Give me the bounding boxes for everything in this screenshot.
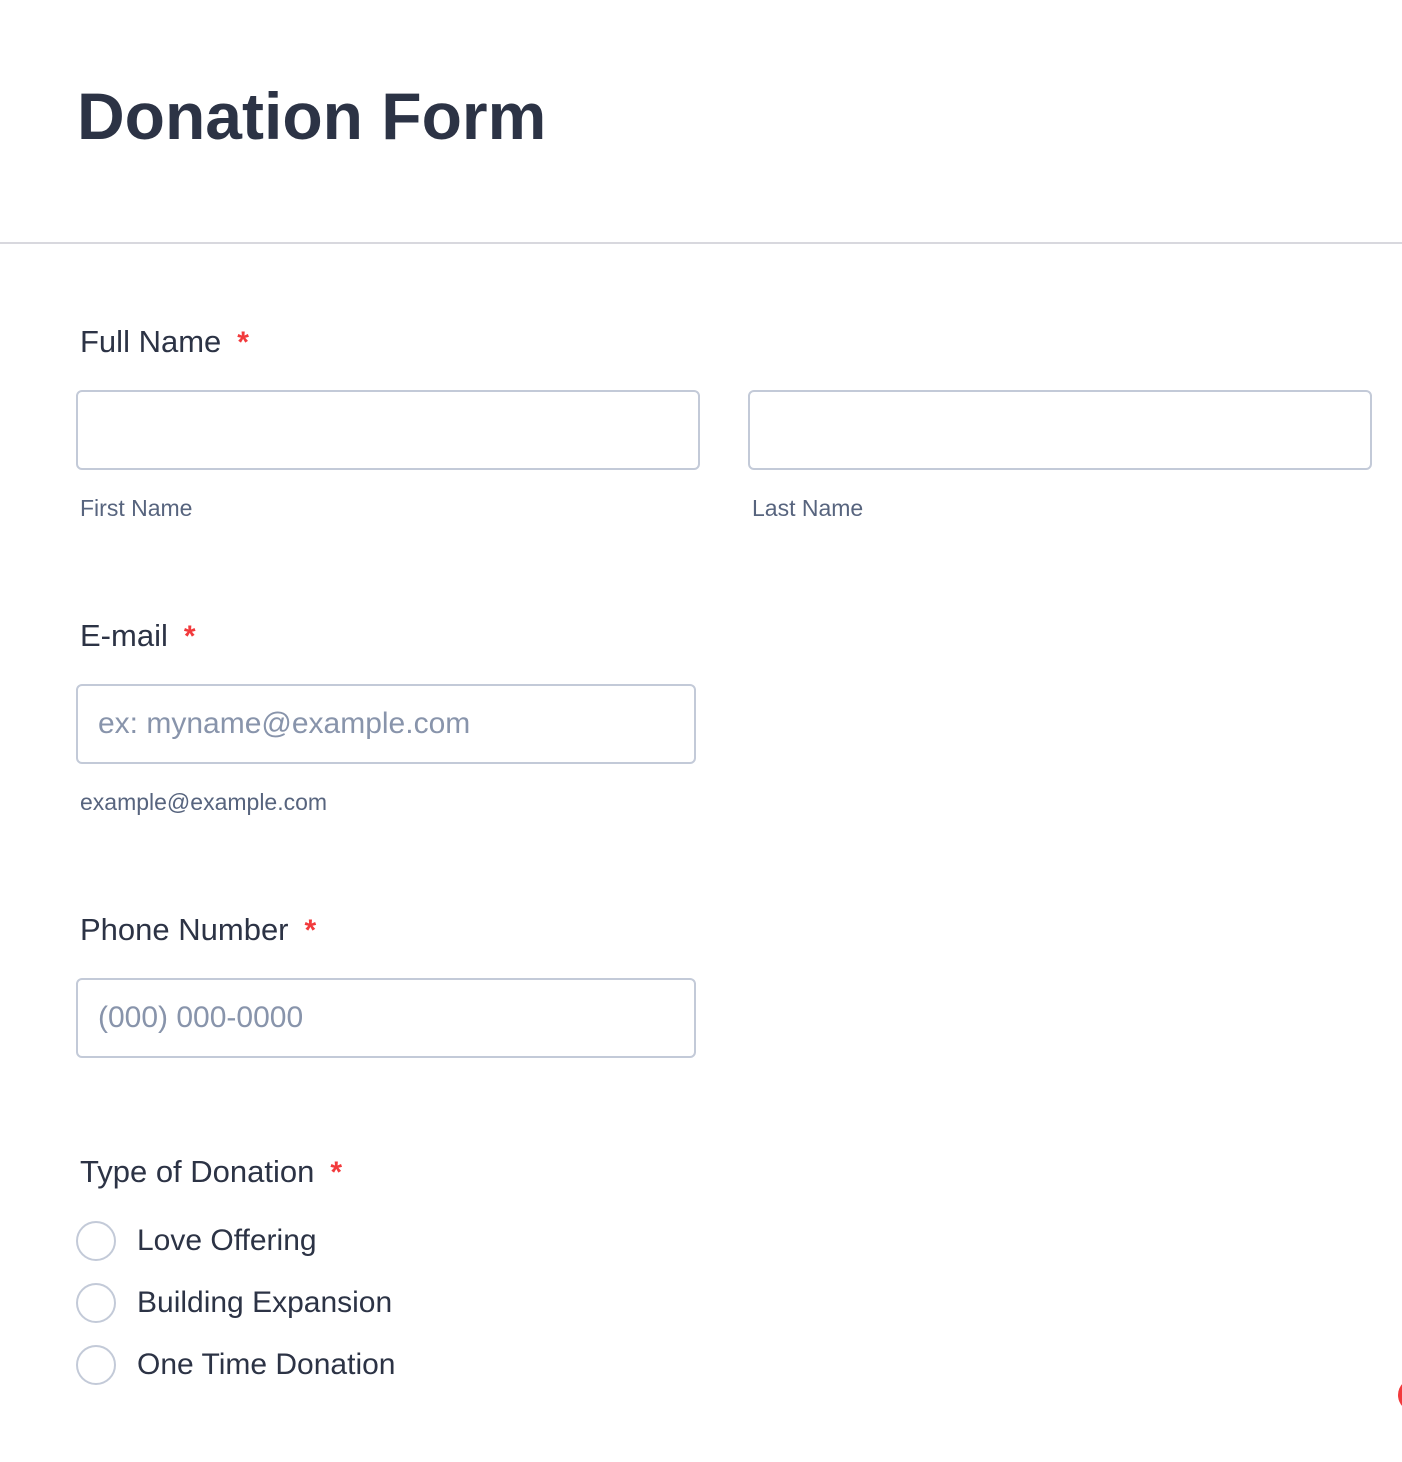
first-name-sublabel: First Name xyxy=(80,495,193,521)
radio-button[interactable] xyxy=(76,1345,116,1385)
email-sublabel: example@example.com xyxy=(80,789,328,815)
radio-label: Love Offering xyxy=(137,1224,317,1257)
radio-option-love-offering[interactable]: Love Offering xyxy=(76,1220,317,1262)
email-input[interactable] xyxy=(76,684,696,764)
phone-input[interactable] xyxy=(76,978,696,1058)
radio-label: One Time Donation xyxy=(137,1348,396,1381)
donation-type-label: Type of Donation * xyxy=(80,1154,342,1191)
radio-button[interactable] xyxy=(76,1221,116,1261)
radio-option-building-expansion[interactable]: Building Expansion xyxy=(76,1282,392,1324)
phone-label: Phone Number * xyxy=(80,912,316,949)
radio-button[interactable] xyxy=(76,1283,116,1323)
radio-label: Building Expansion xyxy=(137,1286,393,1319)
page-title: Donation Form xyxy=(77,79,547,153)
email-label: E-mail * xyxy=(80,618,196,655)
required-asterisk: * xyxy=(330,1156,343,1189)
donation-type-label-text: Type of Donation xyxy=(80,1154,315,1189)
last-name-input[interactable] xyxy=(748,390,1372,470)
required-asterisk: * xyxy=(183,620,196,653)
full-name-label-text: Full Name xyxy=(80,324,222,359)
radio-option-one-time-donation[interactable]: One Time Donation xyxy=(76,1344,395,1386)
required-asterisk: * xyxy=(304,914,317,947)
email-label-text: E-mail xyxy=(80,618,168,653)
floating-widget-circle-badge-icon[interactable] xyxy=(1398,1378,1402,1412)
full-name-label: Full Name * xyxy=(80,324,249,361)
form-header: Donation Form xyxy=(0,0,1402,244)
first-name-input[interactable] xyxy=(76,390,700,470)
required-asterisk: * xyxy=(237,326,249,359)
last-name-sublabel: Last Name xyxy=(752,495,864,521)
phone-label-text: Phone Number xyxy=(80,912,289,947)
